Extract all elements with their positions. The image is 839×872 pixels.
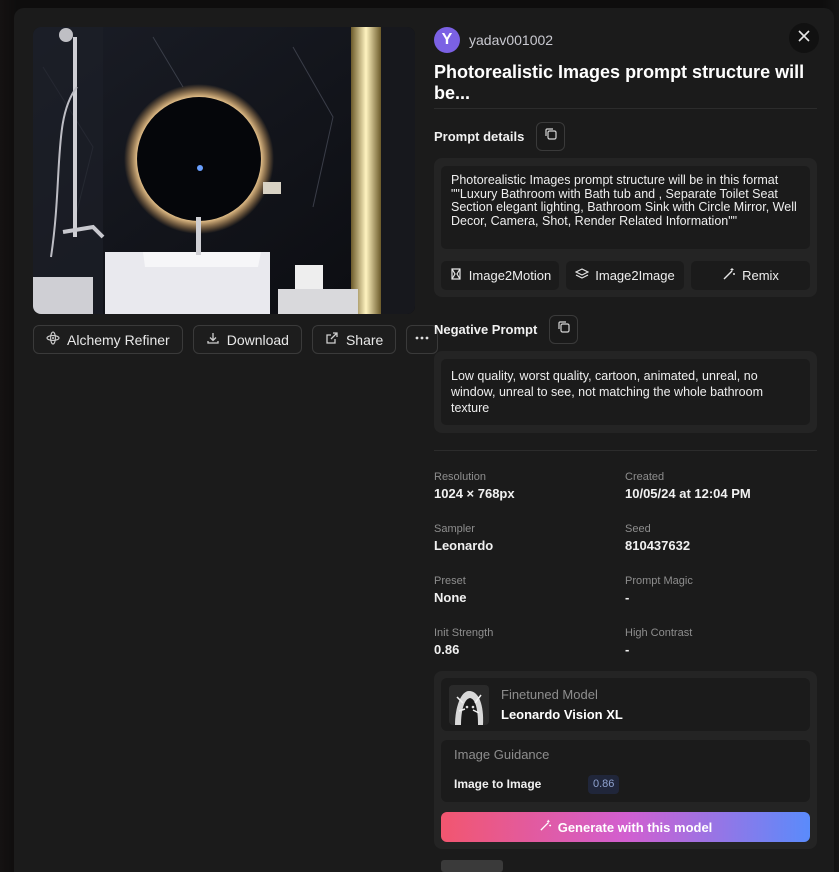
atom-icon bbox=[46, 331, 60, 348]
init-strength-field: Init Strength 0.86 bbox=[434, 627, 614, 657]
guidance-type: Image to Image bbox=[454, 777, 542, 791]
more-horizontal-icon bbox=[414, 331, 430, 348]
external-link-icon bbox=[325, 331, 339, 348]
image2image-label: Image2Image bbox=[595, 268, 675, 283]
image-actions: Alchemy Refiner Download Share bbox=[33, 325, 439, 354]
resolution-value: 1024 × 768px bbox=[434, 486, 515, 501]
image-guidance-title: Image Guidance bbox=[454, 747, 550, 762]
finetuned-model-card[interactable]: Finetuned Model Leonardo Vision XL bbox=[441, 678, 810, 731]
seed-field: Seed 810437632 bbox=[625, 523, 805, 553]
bathroom-image bbox=[33, 27, 415, 314]
model-section: Finetuned Model Leonardo Vision XL Image… bbox=[434, 671, 817, 849]
negative-prompt-text: Low quality, worst quality, cartoon, ani… bbox=[441, 359, 810, 425]
negative-prompt-header: Negative Prompt bbox=[434, 315, 579, 344]
generated-image[interactable] bbox=[33, 27, 415, 314]
magic-wand-icon bbox=[722, 267, 736, 284]
prompt-details-header: Prompt details bbox=[434, 122, 566, 151]
prompt-card: Photorealistic Images prompt structure w… bbox=[434, 158, 817, 297]
layers-icon bbox=[574, 267, 590, 284]
preset-value: None bbox=[434, 590, 467, 605]
image-detail-modal: Alchemy Refiner Download Share Y yadav00… bbox=[14, 8, 834, 872]
high-contrast-field: High Contrast - bbox=[625, 627, 805, 657]
generate-with-model-button[interactable]: Generate with this model bbox=[441, 812, 810, 842]
seed-value: 810437632 bbox=[625, 538, 691, 553]
film-icon bbox=[449, 267, 463, 284]
seed-label: Seed bbox=[625, 523, 651, 535]
prompt-magic-value: - bbox=[625, 590, 630, 605]
model-label: Finetuned Model bbox=[501, 687, 598, 702]
high-contrast-label: High Contrast bbox=[625, 627, 693, 639]
copy-prompt-button[interactable] bbox=[536, 122, 566, 151]
download-button[interactable]: Download bbox=[192, 325, 302, 354]
model-name: Leonardo Vision XL bbox=[501, 707, 623, 722]
username: yadav001002 bbox=[469, 32, 554, 48]
prompt-tools: Image2Motion Image2Image Remix bbox=[441, 261, 810, 290]
negative-prompt-label: Negative Prompt bbox=[434, 322, 538, 337]
sampler-value: Leonardo bbox=[434, 538, 494, 553]
image-guidance-card: Image Guidance Image to Image 0.86 bbox=[441, 740, 810, 802]
avatar: Y bbox=[434, 27, 460, 53]
preset-field: Preset None bbox=[434, 575, 614, 605]
creator-info[interactable]: Y yadav001002 bbox=[434, 27, 553, 53]
created-label: Created bbox=[625, 471, 665, 483]
sampler-field: Sampler Leonardo bbox=[434, 523, 614, 553]
prompt-details-label: Prompt details bbox=[434, 129, 525, 144]
high-contrast-value: - bbox=[625, 642, 630, 657]
init-strength-label: Init Strength bbox=[434, 627, 494, 639]
prompt-magic-field: Prompt Magic - bbox=[625, 575, 805, 605]
preset-label: Preset bbox=[434, 575, 466, 587]
alchemy-refiner-button[interactable]: Alchemy Refiner bbox=[33, 325, 183, 354]
alchemy-refiner-label: Alchemy Refiner bbox=[67, 331, 170, 348]
download-icon bbox=[206, 331, 220, 348]
init-strength-value: 0.86 bbox=[434, 642, 460, 657]
created-value: 10/05/24 at 12:04 PM bbox=[625, 486, 751, 501]
share-label: Share bbox=[345, 331, 384, 348]
created-field: Created 10/05/24 at 12:04 PM bbox=[625, 471, 805, 501]
resolution-field: Resolution 1024 × 768px bbox=[434, 471, 614, 501]
image2motion-button[interactable]: Image2Motion bbox=[441, 261, 559, 290]
sampler-label: Sampler bbox=[434, 523, 475, 535]
remix-button[interactable]: Remix bbox=[691, 261, 810, 290]
prompt-text: Photorealistic Images prompt structure w… bbox=[441, 166, 810, 249]
magic-wand-icon bbox=[539, 819, 552, 835]
share-button[interactable]: Share bbox=[311, 325, 397, 354]
remix-label: Remix bbox=[742, 268, 779, 283]
copy-icon bbox=[544, 127, 558, 146]
page-title: Photorealistic Images prompt structure w… bbox=[434, 62, 805, 103]
copy-negative-prompt-button[interactable] bbox=[549, 315, 579, 344]
divider bbox=[434, 108, 817, 109]
divider bbox=[434, 450, 817, 451]
download-label: Download bbox=[226, 331, 289, 348]
close-icon bbox=[797, 29, 811, 48]
prompt-magic-label: Prompt Magic bbox=[625, 575, 693, 587]
scroll-indicator bbox=[441, 860, 503, 872]
copy-icon bbox=[557, 320, 571, 339]
negative-prompt-card: Low quality, worst quality, cartoon, ani… bbox=[434, 351, 817, 433]
guidance-strength-badge: 0.86 bbox=[588, 775, 620, 794]
model-thumbnail bbox=[449, 685, 489, 725]
image2motion-label: Image2Motion bbox=[468, 268, 552, 283]
close-button[interactable] bbox=[789, 23, 819, 53]
resolution-label: Resolution bbox=[434, 471, 486, 483]
image2image-button[interactable]: Image2Image bbox=[566, 261, 684, 290]
generate-label: Generate with this model bbox=[557, 819, 713, 835]
